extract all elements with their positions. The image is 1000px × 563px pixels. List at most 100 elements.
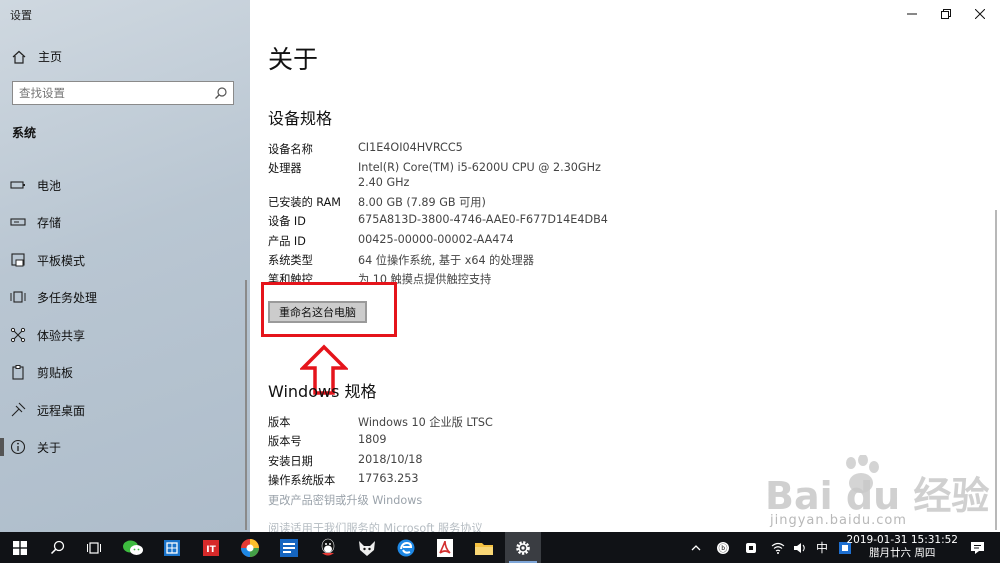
tablet-mode-icon bbox=[11, 253, 25, 267]
sidebar-item-label: 关于 bbox=[37, 440, 62, 455]
taskbar-app-edge[interactable] bbox=[388, 532, 424, 563]
watermark-brand: Bai du 经验 bbox=[765, 474, 990, 518]
restore-icon bbox=[941, 9, 951, 19]
main-scrollbar[interactable] bbox=[995, 210, 997, 530]
home-nav-item[interactable]: 主页 bbox=[12, 48, 62, 65]
file-explorer-icon bbox=[475, 542, 493, 555]
device-spec-heading: 设备规格 bbox=[268, 109, 333, 128]
spec-value[interactable]: 64 位操作系统, 基于 x64 的处理器 bbox=[358, 252, 618, 268]
sidebar-item-battery[interactable]: 电池 bbox=[0, 170, 250, 200]
settings-search-box[interactable] bbox=[12, 81, 234, 105]
ime-indicator[interactable]: 中 bbox=[812, 532, 832, 563]
sidebar-item-label: 体验共享 bbox=[37, 328, 86, 343]
taskbar-search-button[interactable] bbox=[39, 532, 75, 563]
taskbar-app-it[interactable]: IT bbox=[193, 532, 229, 563]
spec-value[interactable]: 17763.253 bbox=[358, 472, 618, 485]
show-hidden-icons-button[interactable] bbox=[688, 532, 704, 563]
sidebar-item-multitasking[interactable]: 多任务处理 bbox=[0, 282, 250, 312]
highlight-box bbox=[261, 282, 397, 337]
tray-app2-icon bbox=[746, 542, 756, 553]
spec-row-install-date: 安装日期 2018/10/18 bbox=[268, 453, 422, 469]
sidebar-item-tablet-mode[interactable]: 平板模式 bbox=[0, 245, 250, 275]
taskbar: IT ⓑ 中 2019-01-31 15:31:52 腊月廿六 周四 bbox=[0, 532, 1000, 563]
windows-start-icon bbox=[13, 540, 27, 555]
sidebar-item-storage[interactable]: 存储 bbox=[0, 207, 250, 237]
taskbar-app-blue[interactable] bbox=[154, 532, 190, 563]
color-wheel-icon bbox=[241, 538, 259, 557]
minimize-button[interactable] bbox=[895, 0, 929, 28]
taskbar-app-fox[interactable] bbox=[349, 532, 385, 563]
spec-value[interactable]: 00425-00000-00002-AA474 bbox=[358, 233, 618, 246]
task-view-icon bbox=[87, 541, 101, 554]
settings-gear-icon bbox=[516, 540, 530, 555]
task-view-button[interactable] bbox=[76, 532, 112, 563]
spec-value[interactable]: 1809 bbox=[358, 433, 618, 446]
sidebar-item-remote-desktop[interactable]: 远程桌面 bbox=[0, 395, 250, 425]
taskbar-app-pdf[interactable] bbox=[427, 532, 463, 563]
windows-spec-heading: Windows 规格 bbox=[268, 382, 377, 401]
app-blue-icon bbox=[164, 539, 180, 556]
section-heading: 系统 bbox=[12, 126, 37, 140]
clock-time: 2019-01-31 15:31:52 bbox=[846, 534, 958, 546]
taskbar-clock[interactable]: 2019-01-31 15:31:52 腊月廿六 周四 bbox=[846, 534, 958, 560]
volume-button[interactable] bbox=[790, 532, 810, 563]
sidebar-item-shared-experiences[interactable]: 体验共享 bbox=[0, 320, 250, 350]
spec-value[interactable]: Windows 10 企业版 LTSC bbox=[358, 414, 618, 430]
change-product-key-link[interactable]: 更改产品密钥或升级 Windows bbox=[268, 492, 422, 508]
storage-icon bbox=[10, 218, 26, 226]
window-title: 设置 bbox=[10, 9, 32, 22]
spec-row-device-name: 设备名称 CI1E4OI04HVRCC5 bbox=[268, 141, 463, 157]
spec-value[interactable]: 8.00 GB (7.89 GB 可用) bbox=[358, 194, 618, 210]
spec-label: 版本号 bbox=[268, 435, 302, 448]
spec-row-system-type: 系统类型 64 位操作系统, 基于 x64 的处理器 bbox=[268, 252, 534, 268]
spec-row-version: 版本号 1809 bbox=[268, 433, 386, 449]
close-button[interactable] bbox=[963, 0, 997, 28]
taskbar-app-color[interactable] bbox=[232, 532, 268, 563]
home-icon bbox=[12, 50, 26, 64]
sidebar-item-label: 多任务处理 bbox=[37, 290, 98, 305]
spec-label: 版本 bbox=[268, 416, 291, 429]
spec-value[interactable]: 2018/10/18 bbox=[358, 453, 618, 466]
spec-label: 设备 ID bbox=[268, 215, 306, 228]
sidebar-item-label: 远程桌面 bbox=[37, 403, 86, 418]
clock-date: 腊月廿六 周四 bbox=[869, 547, 936, 559]
spec-label: 系统类型 bbox=[268, 254, 313, 267]
remote-desktop-icon bbox=[11, 402, 26, 417]
sidebar-item-label: 剪贴板 bbox=[37, 365, 74, 380]
sidebar-scrollbar[interactable] bbox=[245, 280, 247, 530]
battery-icon bbox=[10, 181, 25, 189]
tray-app-bluetooth[interactable]: ⓑ bbox=[712, 532, 734, 563]
action-center-button[interactable] bbox=[962, 532, 992, 563]
start-button[interactable] bbox=[2, 532, 38, 563]
taskbar-app-qq[interactable] bbox=[310, 532, 346, 563]
edge-icon bbox=[397, 539, 415, 556]
sidebar-item-clipboard[interactable]: 剪贴板 bbox=[0, 357, 250, 387]
speaker-icon bbox=[794, 542, 805, 553]
taskbar-app-explorer[interactable] bbox=[466, 532, 502, 563]
tray-app-2[interactable] bbox=[740, 532, 762, 563]
taskbar-app-wechat[interactable] bbox=[115, 532, 151, 563]
notification-icon bbox=[970, 541, 984, 554]
spec-label: 设备名称 bbox=[268, 143, 313, 156]
taskbar-app-news[interactable] bbox=[271, 532, 307, 563]
home-label: 主页 bbox=[38, 50, 63, 64]
search-input[interactable] bbox=[19, 86, 209, 100]
spec-value[interactable]: 675A813D-3800-4746-AAE0-F677D14E4DB4 bbox=[358, 213, 618, 226]
sidebar-item-about[interactable]: 关于 bbox=[0, 432, 250, 462]
search-icon[interactable] bbox=[214, 86, 228, 100]
spec-value[interactable]: Intel(R) Core(TM) i5-6200U CPU @ 2.30GHz… bbox=[358, 160, 608, 190]
spec-value[interactable]: CI1E4OI04HVRCC5 bbox=[358, 141, 618, 154]
spec-row-ram: 已安装的 RAM 8.00 GB (7.89 GB 可用) bbox=[268, 194, 486, 210]
tray-app-icon: ⓑ bbox=[717, 541, 729, 554]
taskbar-app-settings[interactable] bbox=[505, 532, 541, 563]
spec-label: 安装日期 bbox=[268, 455, 313, 468]
svg-text:ⓑ: ⓑ bbox=[718, 543, 727, 554]
restore-button[interactable] bbox=[929, 0, 963, 28]
sidebar-item-label: 存储 bbox=[37, 215, 62, 230]
spec-value[interactable]: 为 10 触摸点提供触控支持 bbox=[358, 271, 618, 287]
network-button[interactable] bbox=[768, 532, 788, 563]
sidebar-item-label: 平板模式 bbox=[37, 253, 86, 268]
multitasking-icon bbox=[10, 291, 26, 303]
search-icon bbox=[50, 540, 64, 555]
spec-row-product-id: 产品 ID 00425-00000-00002-AA474 bbox=[268, 233, 514, 249]
